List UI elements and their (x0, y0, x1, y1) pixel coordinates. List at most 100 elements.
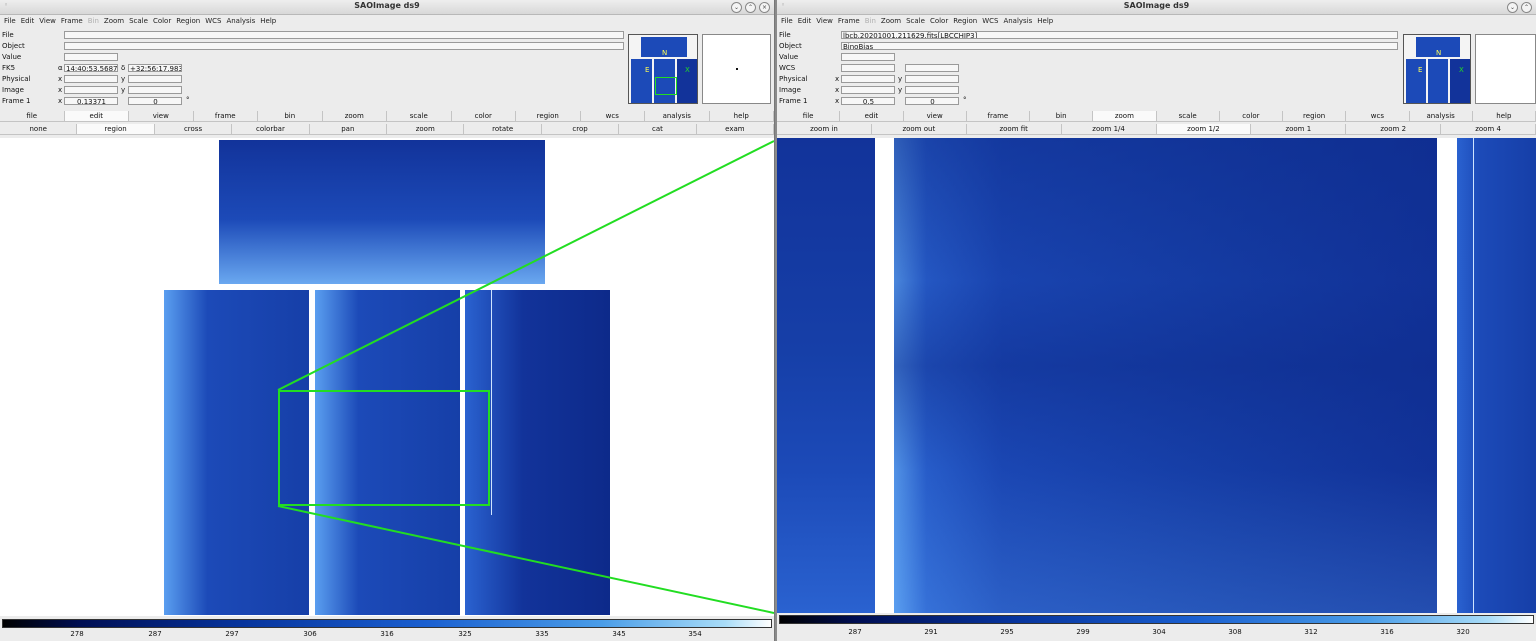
menu-help[interactable]: Help (1037, 17, 1053, 25)
button-zoom[interactable]: zoom (1093, 111, 1157, 122)
object-label: Object (779, 42, 802, 50)
zoom-x-label: x (835, 97, 840, 105)
column-artifact (1473, 138, 1474, 613)
subbutton-zoom-2[interactable]: zoom 2 (1346, 124, 1442, 135)
degree-label: ° (963, 96, 967, 104)
button-bar: file edit view frame bin zoom scale colo… (777, 111, 1536, 122)
colorbar-tick: 308 (1228, 628, 1242, 636)
colorbar-tick: 295 (1000, 628, 1014, 636)
window-title: SAOImage ds9 (1123, 1, 1190, 10)
colorbar-tick: 312 (1304, 628, 1318, 636)
colorbar-tick: 316 (380, 630, 394, 638)
physical-x-field (841, 75, 895, 83)
colorbar-tick: 278 (70, 630, 84, 638)
info-panel: File lbcb.20201001.211629.fits[LBCCHIP3]… (777, 29, 1536, 109)
button-edit[interactable]: edit (840, 111, 904, 122)
physical-y-field (905, 75, 959, 83)
zoom-field: 0.5 (841, 97, 895, 105)
colorbar-tick: 297 (225, 630, 239, 638)
image-y-field (905, 86, 959, 94)
physical-x-label: x (835, 75, 840, 83)
colorbar-ticks: 278 287 297 306 316 325 335 345 354 (0, 630, 774, 640)
menu-bar: File Edit View Frame Bin Zoom Scale Colo… (777, 15, 1536, 27)
menu-color[interactable]: Color (930, 17, 948, 25)
subbutton-zoom-quarter[interactable]: zoom 1/4 (1061, 124, 1157, 135)
menu-wcs[interactable]: WCS (982, 17, 998, 25)
image-label: Image (779, 86, 801, 94)
wcs-label: WCS (779, 64, 796, 72)
colorbar-ticks: 287 291 295 299 304 308 312 316 320 (777, 628, 1536, 638)
colorbar-tick: 345 (612, 630, 626, 638)
image-x-field (841, 86, 895, 94)
object-field: BinoBias (841, 42, 1398, 50)
button-bin[interactable]: bin (1030, 111, 1094, 122)
colorbar-tick: 299 (1076, 628, 1090, 636)
colorbar-tick: 325 (458, 630, 472, 638)
colorbar-tick: 354 (688, 630, 702, 638)
minimize-icon[interactable]: ⌄ (1507, 2, 1518, 13)
colorbar-tick: 335 (535, 630, 549, 638)
connector-line-bottom (277, 505, 774, 614)
menu-region[interactable]: Region (953, 17, 977, 25)
menu-bin[interactable]: Bin (865, 17, 876, 25)
image-canvas[interactable] (777, 138, 1536, 613)
value-label: Value (779, 53, 799, 61)
colorbar-tick: 306 (303, 630, 317, 638)
button-color[interactable]: color (1219, 111, 1283, 122)
subbutton-zoom-half[interactable]: zoom 1/2 (1156, 124, 1252, 135)
button-view[interactable]: view (903, 111, 967, 122)
colorbar-tick: 287 (148, 630, 162, 638)
connector-line-top (277, 140, 774, 391)
subbutton-zoom-out[interactable]: zoom out (871, 124, 967, 135)
subbutton-zoom-1[interactable]: zoom 1 (1251, 124, 1347, 135)
menu-file[interactable]: File (781, 17, 793, 25)
compass-east-icon: E (1418, 66, 1423, 74)
file-label: File (779, 31, 791, 39)
angle-field: 0 (905, 97, 959, 105)
value-field (841, 53, 895, 61)
file-field: lbcb.20201001.211629.fits[LBCCHIP3] (841, 31, 1398, 39)
menu-analysis[interactable]: Analysis (1003, 17, 1032, 25)
magnifier (1475, 34, 1536, 104)
image-y-label: y (898, 86, 903, 94)
colorbar-tick: 316 (1380, 628, 1394, 636)
wcs-x-field (841, 64, 895, 72)
colorbar-tick: 304 (1152, 628, 1166, 636)
ds9-window-left: ◦ SAOImage ds9 ⌄ ⌃ × File Edit View Fram… (0, 0, 775, 641)
button-file[interactable]: file (777, 111, 841, 122)
physical-label: Physical (779, 75, 808, 83)
button-analysis[interactable]: analysis (1409, 111, 1473, 122)
menu-scale[interactable]: Scale (906, 17, 925, 25)
image-x-label: x (835, 86, 840, 94)
subbutton-zoom-4[interactable]: zoom 4 (1441, 124, 1536, 135)
compass-x-icon: X (1459, 66, 1464, 74)
title-bar[interactable]: ◦ SAOImage ds9 ⌄ ⌃ (777, 0, 1536, 15)
ccd-chip-left (777, 138, 875, 613)
maximize-icon[interactable]: ⌃ (1521, 2, 1532, 13)
button-scale[interactable]: scale (1156, 111, 1220, 122)
subbutton-zoom-in[interactable]: zoom in (777, 124, 872, 135)
zoom-connector-lines (277, 140, 774, 614)
button-wcs[interactable]: wcs (1346, 111, 1410, 122)
ccd-chip-right (1457, 138, 1536, 613)
frame-label: Frame 1 (779, 97, 808, 105)
colorbar[interactable] (779, 615, 1534, 624)
ds9-window-right: ◦ SAOImage ds9 ⌄ ⌃ File Edit View Frame … (777, 0, 1536, 641)
button-frame[interactable]: frame (966, 111, 1030, 122)
colorbar-tick: 291 (924, 628, 938, 636)
menu-edit[interactable]: Edit (798, 17, 812, 25)
wcs-y-field (905, 64, 959, 72)
panner-thumbnail[interactable]: N E X (1403, 34, 1471, 104)
ccd-chip-center (894, 138, 1437, 613)
colorbar[interactable] (2, 619, 772, 628)
compass-north-icon: N (1436, 49, 1442, 57)
button-help[interactable]: help (1472, 111, 1536, 122)
zoom-subbutton-bar: zoom in zoom out zoom fit zoom 1/4 zoom … (777, 124, 1536, 135)
menu-frame[interactable]: Frame (838, 17, 860, 25)
button-region[interactable]: region (1283, 111, 1347, 122)
colorbar-tick: 320 (1456, 628, 1470, 636)
colorbar-tick: 287 (848, 628, 862, 636)
subbutton-zoom-fit[interactable]: zoom fit (966, 124, 1062, 135)
menu-zoom[interactable]: Zoom (881, 17, 901, 25)
menu-view[interactable]: View (816, 17, 833, 25)
